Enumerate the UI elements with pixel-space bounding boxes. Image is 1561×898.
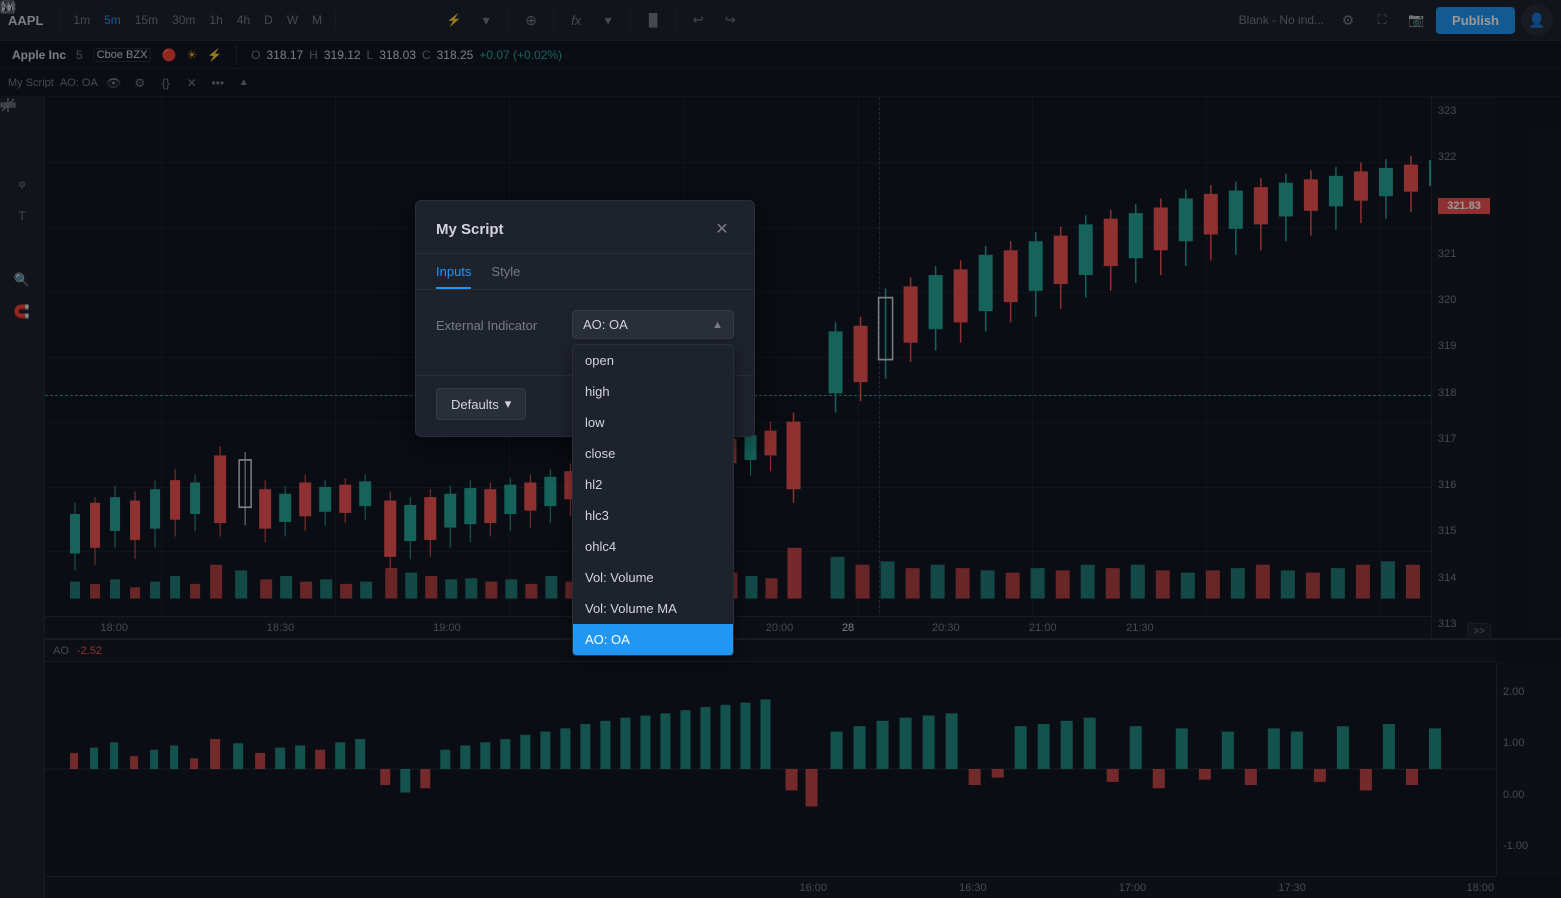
option-close[interactable]: close [573,438,733,469]
option-hl2[interactable]: hl2 [573,469,733,500]
modal-body: External Indicator AO: OA ▲ open high lo… [416,290,754,375]
chevron-up-icon: ▲ [712,319,723,331]
modal-title: My Script [436,221,504,238]
dropdown-toggle[interactable]: AO: OA ▲ [572,310,734,339]
chevron-down-icon: ▾ [505,396,512,412]
option-hlc3[interactable]: hlc3 [573,500,733,531]
option-ao-oa[interactable]: AO: OA [573,624,733,655]
option-high[interactable]: high [573,376,733,407]
modal-overlay [0,0,1561,898]
external-indicator-dropdown: AO: OA ▲ open high low close [572,310,734,339]
option-open[interactable]: open [573,345,733,376]
dropdown-menu: open high low close hl2 hlc3 [572,344,734,656]
defaults-button[interactable]: Defaults ▾ [436,388,526,420]
option-ohlc4[interactable]: ohlc4 [573,531,733,562]
dropdown-value: AO: OA [583,317,628,332]
my-script-dialog: My Script ✕ Inputs Style External Indica… [415,200,755,437]
option-vol-volume-ma[interactable]: Vol: Volume MA [573,593,733,624]
modal-tabs: Inputs Style [416,254,754,290]
external-indicator-label: External Indicator [436,310,556,333]
external-indicator-row: External Indicator AO: OA ▲ open high lo… [436,310,734,339]
modal-header: My Script ✕ [416,201,754,254]
tab-style[interactable]: Style [491,254,520,289]
modal-close-button[interactable]: ✕ [710,217,734,241]
tab-inputs[interactable]: Inputs [436,254,471,289]
option-low[interactable]: low [573,407,733,438]
option-vol-volume[interactable]: Vol: Volume [573,562,733,593]
close-icon: ✕ [715,219,728,239]
